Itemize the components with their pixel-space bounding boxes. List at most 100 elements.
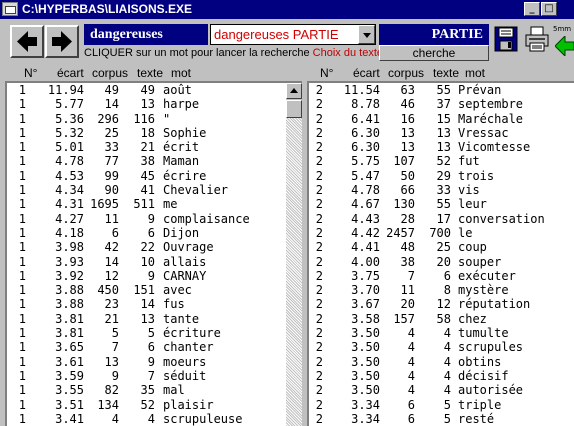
row-mot[interactable]: CARNAY bbox=[163, 269, 206, 283]
row-mot[interactable]: vis bbox=[458, 183, 480, 197]
result-row[interactable]: 2 4.41 48 25 coup bbox=[309, 240, 574, 254]
row-mot[interactable]: Vressac bbox=[458, 126, 509, 140]
row-mot[interactable]: Sophie bbox=[163, 126, 206, 140]
printer-icon[interactable] bbox=[524, 26, 550, 52]
scroll-track[interactable] bbox=[286, 118, 302, 426]
row-mot[interactable]: Vicomtesse bbox=[458, 140, 530, 154]
row-mot[interactable]: décisif bbox=[458, 369, 509, 383]
row-mot[interactable]: fut bbox=[458, 154, 480, 168]
result-row[interactable]: 1 3.88 23 14 fus bbox=[7, 297, 302, 311]
row-mot[interactable]: me bbox=[163, 197, 177, 211]
row-mot[interactable]: Ouvrage bbox=[163, 240, 214, 254]
col-header-corpus[interactable]: corpus bbox=[92, 66, 128, 80]
result-row[interactable]: 2 5.75 107 52 fut bbox=[309, 154, 574, 168]
result-row[interactable]: 1 4.18 6 6 Dijon bbox=[7, 226, 302, 240]
row-mot[interactable]: obtins bbox=[458, 355, 501, 369]
result-row[interactable]: 1 3.81 5 5 écriture bbox=[7, 326, 302, 340]
result-row[interactable]: 1 3.51 134 52 plaisir bbox=[7, 398, 302, 412]
app-icon[interactable] bbox=[2, 2, 18, 16]
result-row[interactable]: 2 3.58 157 58 chez bbox=[309, 312, 574, 326]
result-row[interactable]: 1 3.61 13 9 moeurs bbox=[7, 355, 302, 369]
row-mot[interactable]: Chevalier bbox=[163, 183, 228, 197]
arrow-green-left-icon[interactable] bbox=[555, 36, 574, 56]
row-mot[interactable]: écrit bbox=[163, 140, 199, 154]
row-mot[interactable]: Maman bbox=[163, 154, 199, 168]
row-mot[interactable]: plaisir bbox=[163, 398, 214, 412]
row-mot[interactable]: réputation bbox=[458, 297, 530, 311]
result-row[interactable]: 1 3.93 14 10 allais bbox=[7, 255, 302, 269]
result-row[interactable]: 2 3.34 6 5 triple bbox=[309, 398, 574, 412]
col-header-corpus[interactable]: corpus bbox=[388, 66, 424, 80]
row-mot[interactable]: séduit bbox=[163, 369, 206, 383]
row-mot[interactable]: chez bbox=[458, 312, 487, 326]
row-mot[interactable]: mystère bbox=[458, 283, 509, 297]
maximize-icon[interactable]: □ bbox=[541, 2, 557, 16]
row-mot[interactable]: scrupules bbox=[458, 340, 523, 354]
row-mot[interactable]: août bbox=[163, 83, 192, 97]
row-mot[interactable]: triple bbox=[458, 398, 501, 412]
result-row[interactable]: 2 8.78 46 37 septembre bbox=[309, 97, 574, 111]
result-row[interactable]: 1 4.34 90 41 Chevalier bbox=[7, 183, 302, 197]
result-row[interactable]: 2 4.00 38 20 souper bbox=[309, 255, 574, 269]
result-row[interactable]: 1 3.65 7 6 chanter bbox=[7, 340, 302, 354]
row-mot[interactable]: harpe bbox=[163, 97, 199, 111]
result-row[interactable]: 1 5.32 25 18 Sophie bbox=[7, 126, 302, 140]
result-row[interactable]: 1 11.94 49 49 août bbox=[7, 83, 302, 97]
result-row[interactable]: 2 3.50 4 4 autorisée bbox=[309, 383, 574, 397]
floppy-save-icon[interactable] bbox=[494, 26, 518, 52]
row-mot[interactable]: moeurs bbox=[163, 355, 206, 369]
row-mot[interactable]: leur bbox=[458, 197, 487, 211]
col-header-mot[interactable]: mot bbox=[171, 66, 191, 80]
row-mot[interactable]: conversation bbox=[458, 212, 545, 226]
row-mot[interactable]: tante bbox=[163, 312, 199, 326]
text-choice-select[interactable]: dangereuses PARTIE bbox=[210, 24, 376, 45]
row-mot[interactable]: allais bbox=[163, 255, 206, 269]
row-mot[interactable]: Prévan bbox=[458, 83, 501, 97]
result-row[interactable]: 2 3.50 4 4 décisif bbox=[309, 369, 574, 383]
chevron-down-icon[interactable] bbox=[358, 25, 375, 44]
result-row[interactable]: 1 3.98 42 22 Ouvrage bbox=[7, 240, 302, 254]
row-mot[interactable]: tumulte bbox=[458, 326, 509, 340]
result-row[interactable]: 2 5.47 50 29 trois bbox=[309, 169, 574, 183]
minimize-icon[interactable]: _ bbox=[524, 2, 540, 16]
result-row[interactable]: 1 3.59 9 7 séduit bbox=[7, 369, 302, 383]
result-row[interactable]: 2 3.75 7 6 exécuter bbox=[309, 269, 574, 283]
row-mot[interactable]: écriture bbox=[163, 326, 221, 340]
row-mot[interactable]: scrupuleuse bbox=[163, 412, 242, 426]
search-button[interactable]: cherche bbox=[379, 45, 489, 61]
result-row[interactable]: 2 6.30 13 13 Vicomtesse bbox=[309, 140, 574, 154]
row-mot[interactable]: chanter bbox=[163, 340, 214, 354]
scroll-thumb[interactable] bbox=[286, 100, 302, 118]
row-mot[interactable]: trois bbox=[458, 169, 494, 183]
scroll-up-icon[interactable] bbox=[286, 83, 302, 99]
row-mot[interactable]: complaisance bbox=[163, 212, 250, 226]
result-row[interactable]: 2 4.42 2457 700 le bbox=[309, 226, 574, 240]
result-row[interactable]: 1 5.77 14 13 harpe bbox=[7, 97, 302, 111]
row-mot[interactable]: autorisée bbox=[458, 383, 523, 397]
previous-button[interactable] bbox=[10, 25, 44, 58]
result-row[interactable]: 1 3.55 82 35 mal bbox=[7, 383, 302, 397]
left-results-list[interactable]: 1 11.94 49 49 août 1 5.77 14 13 harpe 1 5.36 296 116 "… bbox=[5, 81, 302, 426]
result-row[interactable]: 2 3.67 20 12 réputation bbox=[309, 297, 574, 311]
col-header-ecart[interactable]: écart bbox=[353, 66, 380, 80]
row-mot[interactable]: Dijon bbox=[163, 226, 199, 240]
col-header-num[interactable]: N° bbox=[320, 66, 333, 80]
row-mot[interactable]: resté bbox=[458, 412, 494, 426]
result-row[interactable]: 1 3.88 450 151 avec bbox=[7, 283, 302, 297]
result-row[interactable]: 1 3.92 12 9 CARNAY bbox=[7, 269, 302, 283]
row-mot[interactable]: le bbox=[458, 226, 472, 240]
row-mot[interactable]: fus bbox=[163, 297, 185, 311]
result-row[interactable]: 2 6.30 13 13 Vressac bbox=[309, 126, 574, 140]
row-mot[interactable]: " bbox=[163, 112, 170, 126]
result-row[interactable]: 1 4.31 1695 511 me bbox=[7, 197, 302, 211]
result-row[interactable]: 2 4.78 66 33 vis bbox=[309, 183, 574, 197]
col-header-mot[interactable]: mot bbox=[465, 66, 485, 80]
result-row[interactable]: 1 3.81 21 13 tante bbox=[7, 312, 302, 326]
result-row[interactable]: 2 3.50 4 4 scrupules bbox=[309, 340, 574, 354]
col-header-texte[interactable]: texte bbox=[433, 66, 459, 80]
right-results-list[interactable]: 2 11.54 63 55 Prévan 2 8.78 46 37 septembre 2 6.41 1… bbox=[307, 81, 574, 426]
result-row[interactable]: 2 3.50 4 4 tumulte bbox=[309, 326, 574, 340]
result-row[interactable]: 1 4.27 11 9 complaisance bbox=[7, 212, 302, 226]
result-row[interactable]: 2 3.50 4 4 obtins bbox=[309, 355, 574, 369]
row-mot[interactable]: écrire bbox=[163, 169, 206, 183]
